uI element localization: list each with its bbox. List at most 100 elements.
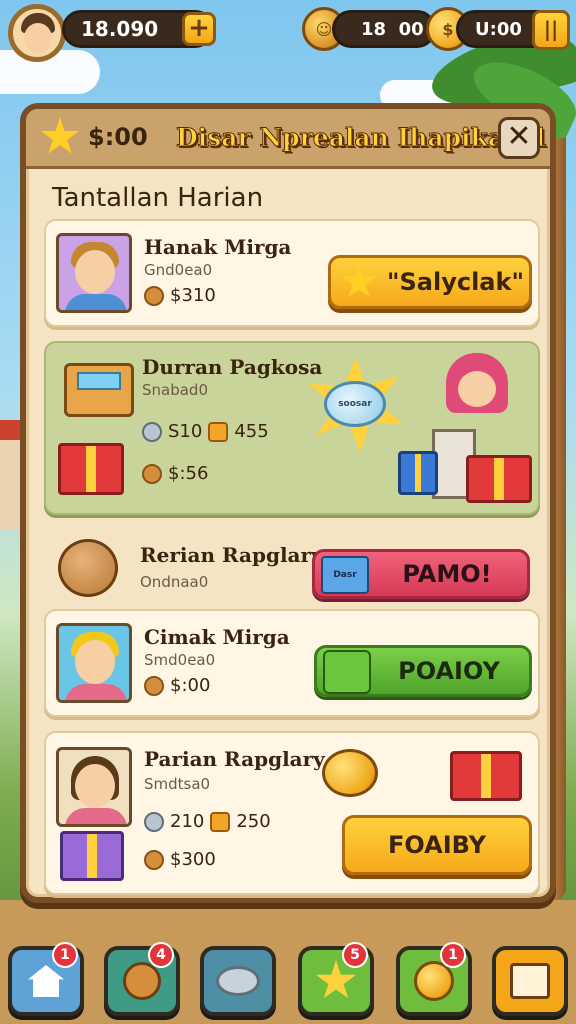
cookie-character-icon	[58, 539, 118, 597]
nav-home-button[interactable]: 1	[8, 942, 84, 1016]
cookie-icon	[123, 962, 161, 1000]
nav-calendar-button[interactable]	[492, 946, 568, 1016]
gift-box-icon	[58, 443, 124, 495]
star-icon	[40, 117, 80, 154]
reward-value: $310	[170, 285, 216, 306]
treasure-chest-icon	[64, 363, 134, 417]
reward-cookie: $310	[144, 285, 216, 306]
cookie-icon	[144, 849, 164, 870]
card-subtitle: Smdtsa0	[144, 775, 211, 793]
gift-tools-icon	[323, 650, 371, 694]
daily-challenge-panel: $:00 Disar Nprealan Ihapikan 1 ✕ Tantall…	[20, 103, 556, 903]
reward-value-3: $:56	[168, 463, 209, 484]
nav-badge: 1	[440, 942, 466, 968]
gift-box-icon	[398, 451, 438, 495]
portrait-boy	[56, 233, 132, 313]
nav-star-button[interactable]: 5	[298, 942, 374, 1016]
card-subtitle: Gnd0ea0	[144, 261, 213, 279]
panel-header: $:00 Disar Nprealan Ihapikan 1 ✕	[26, 109, 550, 169]
gem-icon	[216, 966, 260, 996]
reward-value-2: 455	[234, 421, 269, 442]
gift-box-icon	[60, 831, 124, 881]
reward-value: 210	[170, 811, 205, 832]
pause-button[interactable]: ||	[532, 10, 570, 50]
currency-2-value: 18 00	[361, 18, 424, 40]
reward-gem: S10 455	[142, 421, 269, 442]
star-icon	[341, 264, 377, 297]
portrait-face	[75, 250, 115, 294]
gem-icon	[142, 421, 162, 442]
gem-icon	[144, 811, 164, 832]
cookie-icon	[144, 285, 164, 306]
home-icon	[28, 965, 64, 997]
play-button[interactable]: Dasr PAMO!	[312, 549, 530, 599]
blue-orb-icon: soosar	[324, 381, 386, 427]
close-button[interactable]: ✕	[498, 117, 540, 159]
chest-icon: Dasr	[321, 556, 369, 594]
card-name: Cimak Mirga	[144, 625, 290, 649]
gift-box-icon	[450, 751, 522, 801]
portrait-woman	[56, 747, 132, 827]
avatar-face	[24, 23, 52, 53]
play-button[interactable]: POAIOY	[314, 645, 532, 697]
nav-badge: 4	[148, 942, 174, 968]
reward-value: $:00	[170, 675, 211, 696]
card-name: Parian Rapglary	[144, 747, 325, 771]
gift-box-icon	[466, 455, 532, 503]
challenge-card-featured: Durran Pagkosa Snabad0 S10 455 $:56 soos…	[44, 341, 540, 515]
reward-value-2: 250	[236, 811, 271, 832]
play-button-label: POAIOY	[398, 657, 500, 685]
add-currency-button[interactable]: +	[182, 12, 216, 46]
portrait-shirt	[65, 684, 127, 700]
nav-gem-button[interactable]	[200, 946, 276, 1016]
reward-cookie: $300	[144, 849, 216, 870]
panel-title: Disar Nprealan Ihapikan 1	[175, 123, 549, 153]
nav-cookie-button[interactable]: 4	[104, 942, 180, 1016]
play-button[interactable]: FOAIBY	[342, 815, 532, 875]
portrait-shirt	[65, 808, 127, 824]
player-avatar[interactable]	[8, 4, 66, 62]
challenge-card: Hanak Mirga Gnd0ea0 $310 "Salyclak"	[44, 219, 540, 327]
calendar-icon	[510, 963, 550, 999]
reward-cookie: $:56	[142, 463, 208, 484]
golden-items-icon	[322, 749, 378, 797]
nav-badge: 1	[52, 942, 78, 968]
card-name: Rerian Rapglary	[140, 543, 323, 567]
card-name: Hanak Mirga	[144, 235, 292, 259]
claim-button[interactable]: "Salyclak"	[328, 255, 532, 309]
gold-icon	[208, 421, 229, 442]
reward-value: S10	[168, 421, 203, 442]
portrait-shirt	[65, 294, 127, 310]
cookie-icon	[142, 463, 162, 484]
chest-screen	[77, 372, 121, 390]
reward-gem: 210 250	[144, 811, 271, 832]
girl-character	[442, 353, 512, 429]
card-subtitle: Snabad0	[142, 381, 208, 399]
reward-cookie: $:00	[144, 675, 210, 696]
nav-badge: 5	[342, 942, 368, 968]
nav-coin-button[interactable]: 1	[396, 942, 472, 1016]
currency-1-value: 18.090	[81, 17, 159, 41]
challenge-card: Parian Rapglary Smdtsa0 210 250 $300 FOA…	[44, 731, 540, 895]
gold-icon	[210, 811, 231, 832]
play-button-label: PAMO!	[402, 560, 492, 588]
cookie-icon	[144, 675, 164, 696]
portrait-face	[75, 764, 115, 808]
portrait-face	[75, 640, 115, 684]
portrait-girl	[56, 623, 132, 703]
card-subtitle: Smd0ea0	[144, 651, 216, 669]
timer-value: U:00	[475, 18, 522, 40]
orb-label: soosar	[338, 399, 372, 409]
challenge-card: Cimak Mirga Smd0ea0 $:00 POAIOY	[44, 609, 540, 717]
reward-value-3: $300	[170, 849, 216, 870]
challenge-card: Rerian Rapglary Ondnaa0 Dasr PAMO!	[44, 529, 540, 609]
play-button-label: FOAIBY	[387, 831, 486, 859]
face	[458, 371, 496, 407]
section-title: Tantallan Harian	[52, 183, 264, 213]
currency-pill-2: 18 00	[332, 10, 436, 48]
bottom-nav: 1 4 5 1	[0, 940, 576, 1024]
card-name: Durran Pagkosa	[142, 355, 323, 379]
claim-button-label: "Salyclak"	[387, 268, 524, 296]
chest-label: Dasr	[333, 570, 357, 580]
card-subtitle: Ondnaa0	[140, 573, 209, 591]
